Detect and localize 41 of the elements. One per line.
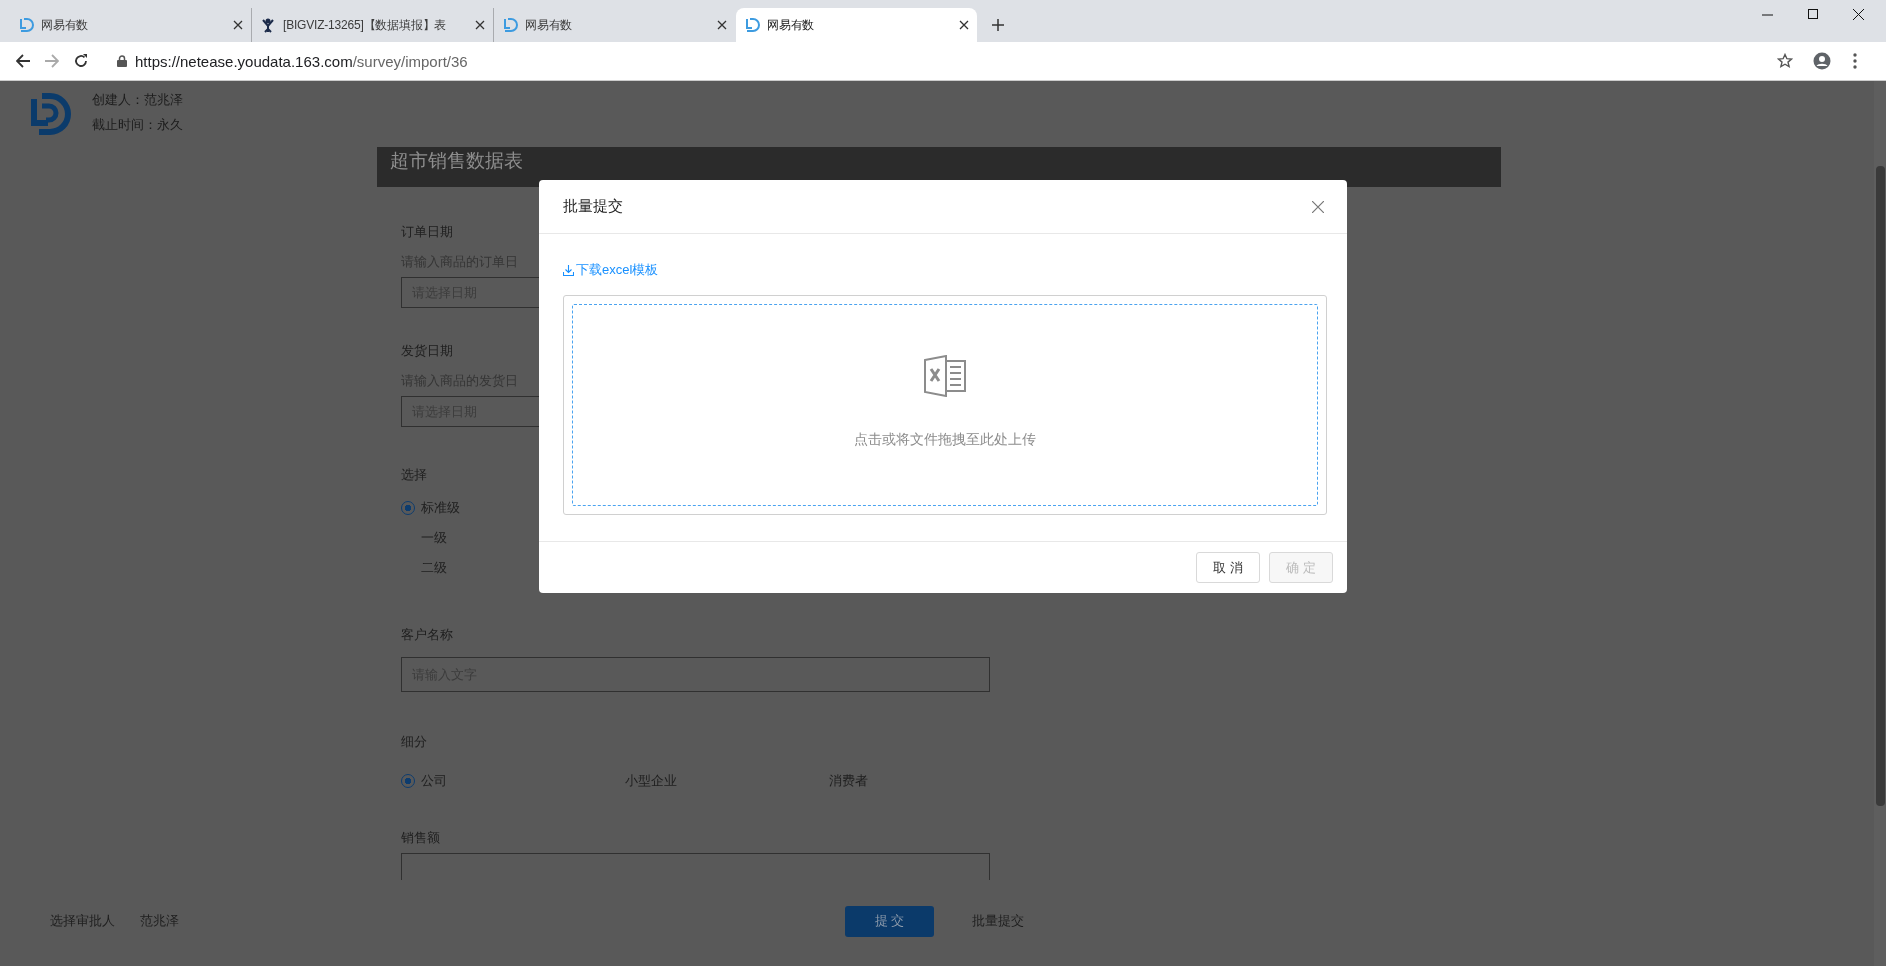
tab-title: 网易有数: [41, 16, 90, 34]
spreadsheet-icon: [924, 354, 966, 397]
browser-tab[interactable]: 网易有数: [736, 8, 977, 42]
text-field[interactable]: [401, 853, 990, 880]
tab-title: 网易有数: [525, 16, 574, 34]
upload-dropzone[interactable]: 点击或将文件拖拽至此处上传: [572, 303, 1318, 506]
close-icon[interactable]: [475, 20, 485, 30]
logo-icon: [502, 17, 518, 33]
download-icon: [563, 264, 574, 276]
tab-title: 网易有数: [767, 16, 816, 34]
download-link[interactable]: 下载excel模板: [563, 261, 659, 279]
logo-icon: [18, 17, 34, 33]
menu-icon[interactable]: [1853, 53, 1857, 69]
tab-title: [BIGVIZ-13265]【数据填报】表: [283, 16, 448, 34]
logo-icon: [744, 17, 760, 33]
account-icon[interactable]: [1813, 52, 1831, 70]
field-label: 客户名称: [401, 627, 453, 643]
radio-button[interactable]: [401, 774, 415, 788]
radio-button[interactable]: [401, 501, 415, 515]
submit-button[interactable]: 提 交: [845, 905, 934, 937]
cancel-button[interactable]: 取 消: [1196, 552, 1260, 583]
plus-icon[interactable]: [992, 19, 1004, 31]
close-icon[interactable]: [1853, 9, 1864, 20]
logo-icon: [30, 93, 72, 135]
upload-hint: 点击或将文件拖拽至此处上传: [854, 430, 1036, 449]
maximize-icon[interactable]: [1808, 9, 1818, 19]
scrollbar-thumb[interactable]: [1876, 166, 1885, 806]
figure-icon: [260, 17, 276, 33]
back-arrow-icon[interactable]: [16, 54, 30, 68]
radio-option[interactable]: 消费者: [809, 772, 1013, 790]
close-icon[interactable]: [233, 20, 243, 30]
reload-icon[interactable]: [74, 54, 88, 68]
form-title: 超市销售数据表: [390, 149, 523, 173]
star-icon[interactable]: [1777, 53, 1793, 69]
creator-text: 创建人：范兆泽: [92, 93, 183, 107]
lock-icon: [117, 55, 127, 67]
close-icon[interactable]: [717, 20, 727, 30]
dialog-title: 批量提交: [563, 197, 623, 216]
approver-name[interactable]: 范兆泽: [140, 912, 179, 930]
url-field[interactable]: https://netease.youdata.163.com/survey/import/36: [135, 52, 1777, 70]
close-icon[interactable]: [959, 20, 969, 30]
